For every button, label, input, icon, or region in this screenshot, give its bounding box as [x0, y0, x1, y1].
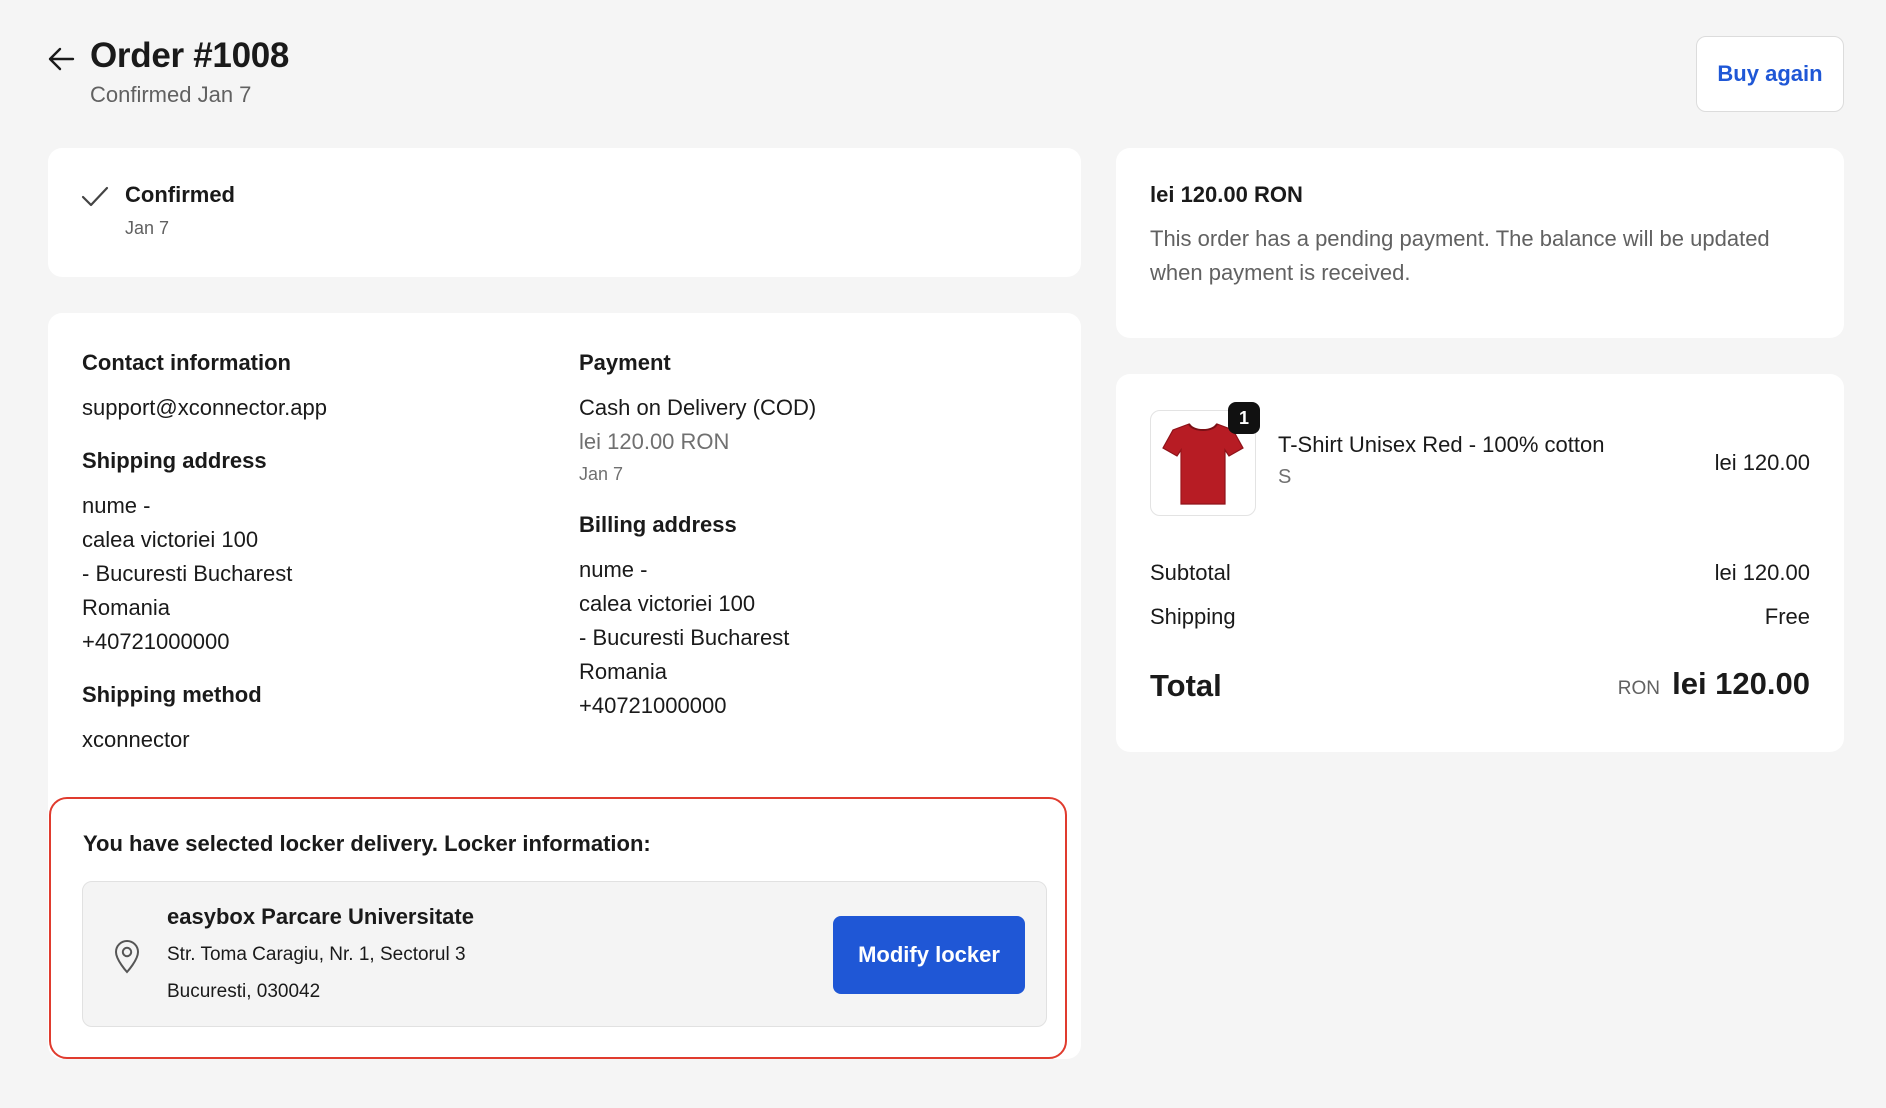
payment-amount: lei 120.00 RON — [579, 429, 730, 454]
payment-date: Jan 7 — [579, 464, 624, 484]
shipping-address: nume - calea victoriei 100 - Bucuresti B… — [82, 489, 542, 659]
contact-email: support@xconnector.app — [82, 395, 327, 420]
page-title: Order #1008 — [90, 36, 290, 75]
status-title: Confirmed — [125, 182, 235, 207]
checkmark-icon — [81, 186, 109, 207]
locker-section: You have selected locker delivery. Locke… — [49, 797, 1067, 1059]
total-label: Total — [1150, 668, 1222, 703]
locker-name: easybox Parcare Universitate — [167, 904, 474, 929]
buy-again-button[interactable]: Buy again — [1696, 36, 1844, 112]
map-pin-icon — [114, 940, 140, 974]
subtotal-value: lei 120.00 — [1714, 560, 1810, 585]
subtotal-label: Subtotal — [1150, 560, 1231, 585]
order-summary-card: 1 T-Shirt Unisex Red - 100% cotton S lei… — [1116, 374, 1844, 752]
locker-address-line2: Bucuresti, 030042 — [167, 981, 321, 1002]
shipping-method-title: Shipping method — [82, 682, 262, 707]
billing-address-line: nume - — [579, 557, 648, 582]
total-value: lei 120.00 — [1672, 666, 1810, 701]
payment-title: Payment — [579, 350, 671, 375]
billing-address: nume - calea victoriei 100 - Bucuresti B… — [579, 553, 1039, 723]
status-card: Confirmed Jan 7 — [48, 148, 1081, 277]
pending-payment-note: This order has a pending payment. The ba… — [1150, 226, 1770, 285]
product-price: lei 120.00 — [1714, 450, 1810, 475]
shipping-address-line: Romania — [82, 595, 171, 620]
locker-heading: You have selected locker delivery. Locke… — [83, 831, 651, 856]
payment-notice-card: lei 120.00 RON This order has a pending … — [1116, 148, 1844, 338]
locker-address-line1: Str. Toma Caragiu, Nr. 1, Sectorul 3 — [167, 944, 466, 965]
details-left-column: Contact information support@xconnector.a… — [82, 347, 542, 757]
billing-address-line: calea victoriei 100 — [579, 591, 756, 616]
modify-locker-button[interactable]: Modify locker — [833, 916, 1025, 994]
total-currency: RON — [1617, 678, 1660, 699]
billing-address-title: Billing address — [579, 512, 737, 537]
shipping-address-line: +40721000000 — [82, 629, 230, 654]
quantity-badge: 1 — [1228, 402, 1260, 434]
shipping-value: Free — [1764, 604, 1810, 629]
shipping-address-title: Shipping address — [82, 448, 267, 473]
product-variant: S — [1278, 466, 1292, 488]
locker-info-box: easybox Parcare Universitate Str. Toma C… — [82, 881, 1047, 1027]
status-date: Jan 7 — [125, 218, 170, 238]
details-right-column: Payment Cash on Delivery (COD) lei 120.0… — [579, 347, 1039, 723]
shipping-address-line: - Bucuresti Bucharest — [82, 561, 293, 586]
contact-title: Contact information — [82, 350, 291, 375]
product-name: T-Shirt Unisex Red - 100% cotton — [1278, 432, 1605, 457]
shipping-method-value: xconnector — [82, 727, 190, 752]
billing-address-line: Romania — [579, 659, 668, 684]
shipping-address-line: calea victoriei 100 — [82, 527, 259, 552]
shipping-address-line: nume - — [82, 493, 151, 518]
shipping-label: Shipping — [1150, 604, 1236, 629]
payment-method: Cash on Delivery (COD) — [579, 395, 817, 420]
billing-address-line: +40721000000 — [579, 693, 727, 718]
arrow-left-icon[interactable] — [46, 44, 76, 74]
pending-amount: lei 120.00 RON — [1150, 182, 1303, 207]
page-subtitle: Confirmed Jan 7 — [90, 82, 252, 107]
billing-address-line: - Bucuresti Bucharest — [579, 625, 790, 650]
